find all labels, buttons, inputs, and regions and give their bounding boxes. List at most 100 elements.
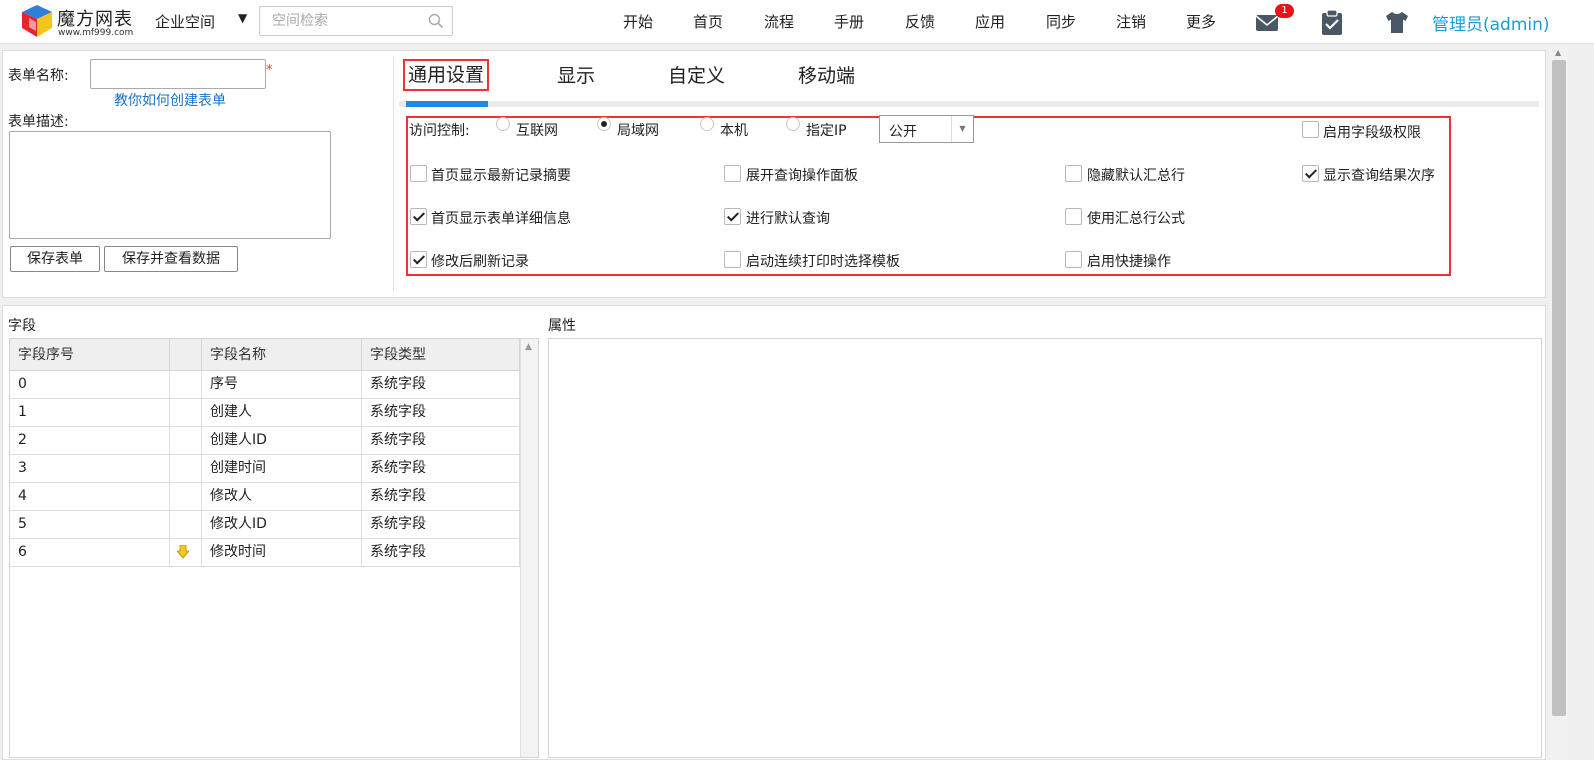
nav-manual[interactable]: 手册 xyxy=(834,11,864,32)
cell-name: 创建时间 xyxy=(202,455,362,482)
panel-divider xyxy=(393,57,394,291)
table-row[interactable]: 6 修改时间 系统字段 xyxy=(10,539,520,567)
nav-home[interactable]: 首页 xyxy=(693,11,723,32)
form-desc-textarea[interactable] xyxy=(9,131,331,239)
cell-name: 修改人 xyxy=(202,483,362,510)
col-field-index[interactable]: 字段序号 xyxy=(10,339,170,371)
chevron-down-icon[interactable]: ▼ xyxy=(951,116,973,142)
cell-index: 6 xyxy=(10,539,170,566)
col-field-name[interactable]: 字段名称 xyxy=(202,339,362,371)
checkbox-quick-actions[interactable] xyxy=(1065,251,1082,268)
access-option-ip: 指定IP xyxy=(806,123,847,139)
tab-custom[interactable]: 自定义 xyxy=(668,61,725,88)
cell-type: 系统字段 xyxy=(362,483,520,510)
space-label[interactable]: 企业空间 xyxy=(155,11,215,32)
access-radio-ip[interactable] xyxy=(786,117,800,131)
scroll-up-icon[interactable]: ▲ xyxy=(525,342,532,352)
nav-workflow[interactable]: 流程 xyxy=(764,11,794,32)
fields-table-scrollbar[interactable]: ▲ xyxy=(520,339,538,757)
checkbox-hide-summary-row[interactable] xyxy=(1065,165,1082,182)
visibility-select[interactable]: 公开 ▼ xyxy=(879,115,974,143)
col-field-type[interactable]: 字段类型 xyxy=(362,339,520,371)
cell-name: 序号 xyxy=(202,371,362,398)
move-down-arrow-icon[interactable] xyxy=(177,545,189,559)
cell-marker xyxy=(170,427,202,454)
cell-name: 修改人ID xyxy=(202,511,362,538)
label-default-query: 进行默认查询 xyxy=(746,211,830,227)
checkbox-home-latest-summary[interactable] xyxy=(410,165,427,182)
cell-marker xyxy=(170,539,202,566)
cell-index: 2 xyxy=(10,427,170,454)
page-scroll-thumb[interactable] xyxy=(1552,60,1566,716)
fields-title: 字段 xyxy=(8,318,36,334)
table-row[interactable]: 0 序号 系统字段 xyxy=(10,371,520,399)
nav-more[interactable]: 更多 xyxy=(1186,11,1216,32)
table-row[interactable]: 5 修改人ID 系统字段 xyxy=(10,511,520,539)
cell-marker xyxy=(170,455,202,482)
cell-index: 5 xyxy=(10,511,170,538)
create-form-help-link[interactable]: 教你如何创建表单 xyxy=(114,90,226,110)
table-row[interactable]: 4 修改人 系统字段 xyxy=(10,483,520,511)
table-row[interactable]: 1 创建人 系统字段 xyxy=(10,399,520,427)
save-and-view-button[interactable]: 保存并查看数据 xyxy=(104,246,238,272)
logo[interactable]: 魔方网表 www.mf999.com xyxy=(20,2,134,42)
checkbox-refresh-after-edit[interactable] xyxy=(410,251,427,268)
table-row[interactable]: 3 创建时间 系统字段 xyxy=(10,455,520,483)
table-row[interactable]: 2 创建人ID 系统字段 xyxy=(10,427,520,455)
cell-index: 0 xyxy=(10,371,170,398)
checkbox-home-form-details[interactable] xyxy=(410,208,427,225)
checkbox-expand-query-panel[interactable] xyxy=(724,165,741,182)
search-icon[interactable] xyxy=(428,13,444,29)
nav-sync[interactable]: 同步 xyxy=(1046,11,1076,32)
nav-feedback[interactable]: 反馈 xyxy=(905,11,935,32)
label-home-latest-summary: 首页显示最新记录摘要 xyxy=(431,168,571,184)
access-radio-lan[interactable] xyxy=(597,117,611,131)
cell-type: 系统字段 xyxy=(362,371,520,398)
tab-display[interactable]: 显示 xyxy=(557,61,595,88)
label-print-template-select: 启动连续打印时选择模板 xyxy=(746,254,900,270)
form-name-input[interactable] xyxy=(90,59,266,89)
label-summary-formula: 使用汇总行公式 xyxy=(1087,211,1185,227)
clipboard-icon[interactable] xyxy=(1317,7,1347,37)
space-dropdown-caret-icon[interactable]: ▼ xyxy=(238,11,247,25)
checkbox-default-query[interactable] xyxy=(724,208,741,225)
cell-marker xyxy=(170,511,202,538)
nav-start[interactable]: 开始 xyxy=(623,11,653,32)
label-field-permission: 启用字段级权限 xyxy=(1323,125,1421,141)
checkbox-show-result-order[interactable] xyxy=(1302,165,1319,182)
access-option-local: 本机 xyxy=(720,123,748,139)
admin-user-link[interactable]: 管理员(admin) xyxy=(1432,10,1550,35)
top-bar: 魔方网表 www.mf999.com 企业空间 ▼ 开始 首页 流程 手册 反馈… xyxy=(0,0,1594,44)
cell-marker xyxy=(170,399,202,426)
access-radio-local[interactable] xyxy=(700,117,714,131)
page-scrollbar[interactable]: ▲ xyxy=(1550,46,1568,760)
tab-mobile[interactable]: 移动端 xyxy=(798,61,855,88)
nav-apps[interactable]: 应用 xyxy=(975,11,1005,32)
access-radio-internet[interactable] xyxy=(496,117,510,131)
label-hide-summary-row: 隐藏默认汇总行 xyxy=(1087,168,1185,184)
tshirt-icon[interactable] xyxy=(1382,7,1412,37)
cell-type: 系统字段 xyxy=(362,539,520,566)
properties-title: 属性 xyxy=(548,318,576,334)
cell-index: 3 xyxy=(10,455,170,482)
checkbox-summary-formula[interactable] xyxy=(1065,208,1082,225)
form-desc-label: 表单描述: xyxy=(8,114,69,130)
space-search-input[interactable] xyxy=(260,7,420,35)
cell-marker xyxy=(170,483,202,510)
visibility-select-value: 公开 xyxy=(889,124,917,140)
cell-type: 系统字段 xyxy=(362,399,520,426)
save-form-button[interactable]: 保存表单 xyxy=(10,246,100,272)
logo-url: www.mf999.com xyxy=(58,28,134,38)
mail-badge: 1 xyxy=(1275,4,1294,18)
nav-logout[interactable]: 注销 xyxy=(1116,11,1146,32)
cell-type: 系统字段 xyxy=(362,511,520,538)
cell-name: 创建人 xyxy=(202,399,362,426)
checkbox-field-permission[interactable] xyxy=(1302,121,1319,138)
scroll-up-icon[interactable]: ▲ xyxy=(1555,48,1561,57)
label-home-form-details: 首页显示表单详细信息 xyxy=(431,211,571,227)
checkbox-print-template-select[interactable] xyxy=(724,251,741,268)
space-search[interactable] xyxy=(259,6,453,36)
tab-general-settings[interactable]: 通用设置 xyxy=(403,59,490,91)
access-option-internet: 互联网 xyxy=(516,123,558,139)
fields-table-header: 字段序号 字段名称 字段类型 xyxy=(10,339,520,371)
